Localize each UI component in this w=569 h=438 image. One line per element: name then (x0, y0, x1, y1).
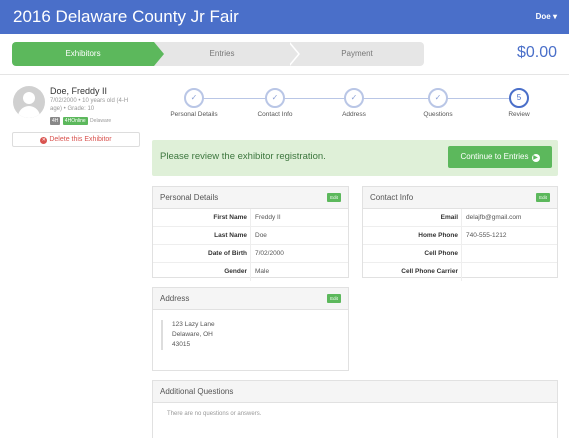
field-label: Cell Phone Carrier (401, 268, 458, 275)
field-value: 7/02/2000 (255, 250, 284, 257)
cell-divider (250, 263, 251, 281)
address-block: 123 Lazy Lane Delaware, OH 43015 (161, 320, 215, 350)
table-row: Cell Phone (363, 245, 557, 263)
wizard-label-review: Review (508, 111, 530, 118)
field-value: Freddy II (255, 214, 281, 221)
field-value: delajfb@gmail.com (466, 214, 522, 221)
delete-label: Delete this Exhibitor (49, 136, 112, 143)
cell-divider (250, 209, 251, 226)
cart-total: $0.00 (516, 44, 557, 61)
panel-title: Address (160, 294, 190, 303)
app-header: 2016 Delaware County Jr Fair Doe ▾ (0, 0, 569, 34)
avatar-body (18, 106, 40, 118)
step-payment[interactable]: Payment (290, 42, 424, 66)
exhibitor-meta-line: age) • Grade: 10 (50, 106, 95, 112)
personal-details-panel: Personal Details Edit First Name Freddy … (152, 186, 349, 281)
field-label: Date of Birth (208, 250, 247, 257)
table-row: Gender Male (153, 263, 348, 281)
wizard-step-personal[interactable]: ✓ (184, 88, 204, 108)
panel-title: Additional Questions (160, 387, 234, 396)
user-menu[interactable]: Doe ▾ (536, 12, 557, 21)
cell-divider (461, 209, 462, 226)
edit-contact-button[interactable]: Edit (536, 193, 550, 202)
step-arrow (288, 42, 298, 66)
empty-state-text: There are no questions or answers. (167, 411, 262, 417)
field-label: Cell Phone (424, 250, 458, 257)
panel-header: Personal Details Edit (153, 187, 348, 209)
alert-message: Please review the exhibitor registration… (160, 151, 326, 162)
field-label: Gender (224, 268, 247, 275)
address-line: 123 Lazy Lane (172, 321, 215, 328)
table-row: Date of Birth 7/02/2000 (153, 245, 348, 263)
cell-divider (461, 227, 462, 244)
field-label: First Name (213, 214, 247, 221)
divider (0, 74, 569, 75)
badge-4honline: 4HOnline (62, 117, 88, 125)
wizard-label-questions: Questions (423, 111, 453, 118)
checkout-progress: Exhibitors Entries Payment (12, 42, 424, 66)
avatar (13, 86, 45, 118)
cell-divider (250, 245, 251, 262)
panel-title: Personal Details (160, 193, 219, 202)
wizard-step-questions[interactable]: ✓ (428, 88, 448, 108)
exhibitor-meta: 7/02/2000 • 10 years old (4-H age) • Gra… (50, 97, 142, 113)
table-row: Cell Phone Carrier (363, 263, 557, 281)
step-exhibitors[interactable]: Exhibitors (12, 42, 154, 66)
step-entries[interactable]: Entries (154, 42, 290, 66)
panel-header: Contact Info Edit (363, 187, 557, 209)
wizard-step-contact[interactable]: ✓ (265, 88, 285, 108)
cta-label: Continue to Entries (460, 152, 529, 161)
field-label: Home Phone (418, 232, 458, 239)
field-value: Doe (255, 232, 267, 239)
delete-exhibitor-button[interactable]: ✕ Delete this Exhibitor (12, 132, 140, 147)
edit-address-button[interactable]: Edit (327, 294, 341, 303)
field-label: Last Name (214, 232, 247, 239)
step-arrow (154, 42, 164, 66)
additional-questions-panel: Additional Questions There are no questi… (152, 380, 558, 438)
cell-divider (461, 263, 462, 281)
county-label: Delaware (90, 118, 112, 124)
table-row: Home Phone 740-555-1212 (363, 227, 557, 245)
arrow-right-icon: ▶ (531, 154, 540, 162)
close-circle-icon: ✕ (40, 137, 48, 144)
edit-personal-button[interactable]: Edit (327, 193, 341, 202)
wizard-step-review[interactable]: 5 (509, 88, 529, 108)
field-label: Email (440, 214, 458, 221)
wizard-label-personal: Personal Details (170, 111, 218, 118)
cell-divider (461, 245, 462, 262)
contact-info-panel: Contact Info Edit Email delajfb@gmail.co… (362, 186, 558, 281)
field-value: 740-555-1212 (466, 232, 507, 239)
panel-header: Address Edit (153, 288, 348, 310)
wizard-step-address[interactable]: ✓ (344, 88, 364, 108)
avatar-head (23, 92, 35, 104)
table-row: Last Name Doe (153, 227, 348, 245)
address-line: Delaware, OH (172, 331, 213, 338)
exhibitor-badges: 4H 4HOnline Delaware (50, 117, 111, 125)
wizard-label-contact: Contact Info (257, 111, 293, 118)
address-line: 43015 (172, 341, 191, 348)
panel-header: Additional Questions (153, 381, 557, 403)
continue-to-entries-button[interactable]: Continue to Entries ▶ (448, 146, 552, 168)
cell-divider (250, 227, 251, 244)
table-row: First Name Freddy II (153, 209, 348, 227)
exhibitor-meta-line: 7/02/2000 • 10 years old (4-H (50, 98, 129, 104)
address-panel: Address Edit 123 Lazy Lane Delaware, OH … (152, 287, 349, 371)
table-row: Email delajfb@gmail.com (363, 209, 557, 227)
field-value: Male (255, 268, 270, 275)
exhibitor-name: Doe, Freddy II (50, 86, 108, 96)
badge-4h: 4H (50, 117, 61, 125)
wizard-label-address: Address (342, 111, 366, 118)
page-title: 2016 Delaware County Jr Fair (13, 7, 239, 26)
panel-title: Contact Info (370, 193, 414, 202)
